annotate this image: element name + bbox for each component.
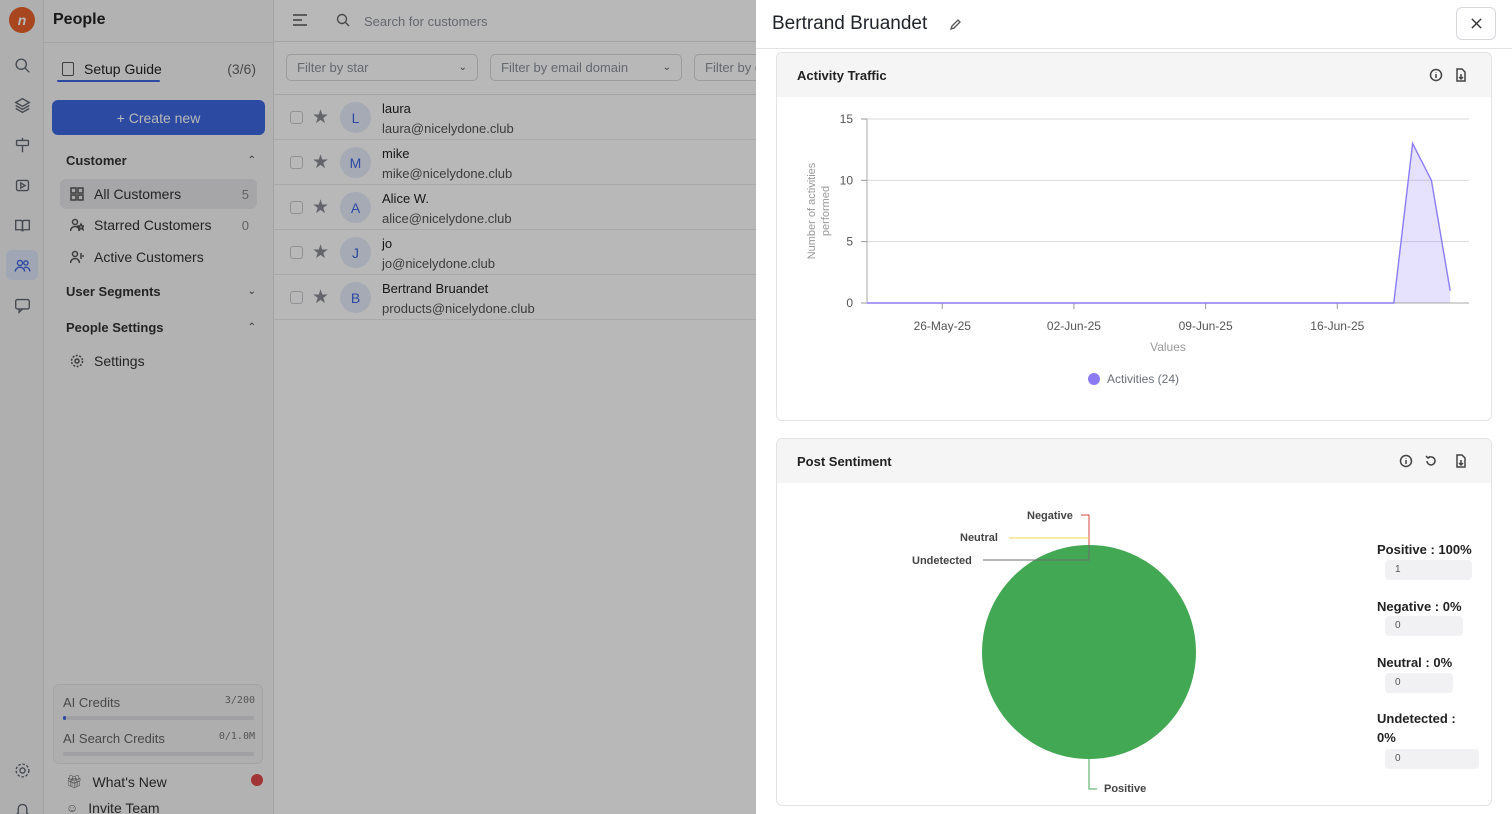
pie-label-neutral: Neutral	[960, 532, 998, 544]
leader-line-negative	[1081, 514, 1090, 545]
post-sentiment-card: Post Sentiment Negative Neutral Undetect…	[776, 438, 1492, 806]
series-line	[867, 141, 1451, 304]
y-tick-label: 0	[846, 296, 853, 310]
sentiment-negative-value: 0	[1385, 616, 1463, 636]
legend-label: Activities (24)	[1107, 372, 1179, 386]
card-title: Post Sentiment	[797, 454, 892, 469]
x-tick-label: 16-Jun-25	[1310, 319, 1364, 333]
series-area	[867, 143, 1451, 303]
modal-backdrop[interactable]	[0, 0, 756, 814]
x-tick-label: 26-May-25	[914, 319, 972, 333]
activity-traffic-card: Activity Traffic 0 5 10 15 26-May-25 02-Jun-2…	[776, 52, 1492, 421]
sentiment-positive-label: Positive : 100%	[1377, 542, 1472, 557]
divider	[756, 48, 1512, 49]
y-axis-label: Number of activities performed	[806, 162, 832, 259]
card-title: Activity Traffic	[797, 68, 887, 83]
activity-traffic-chart: 0 5 10 15 26-May-25 02-Jun-25 09-Jun-25 16-Jun-…	[806, 112, 1469, 386]
close-icon	[1470, 18, 1482, 29]
export-file-icon[interactable]	[1454, 68, 1468, 82]
panel-title: Bertrand Bruandet	[772, 13, 928, 34]
edit-pencil-icon[interactable]	[948, 16, 964, 32]
sentiment-undetected-label: Undetected :	[1377, 711, 1456, 726]
x-tick-label: 02-Jun-25	[1047, 319, 1101, 333]
pie-slice-positive	[982, 545, 1196, 759]
pie-label-undetected: Undetected	[912, 555, 972, 567]
sentiment-neutral-value: 0	[1385, 673, 1453, 693]
sentiment-positive-value: 1	[1385, 560, 1472, 580]
legend-swatch	[1088, 373, 1100, 385]
pie-label-negative: Negative	[1027, 510, 1073, 522]
y-tick-label: 15	[840, 112, 854, 126]
refresh-icon[interactable]	[1424, 454, 1438, 468]
y-tick-label: 10	[840, 173, 854, 187]
sentiment-undetected-value: 0	[1385, 749, 1479, 769]
leader-line-positive	[1088, 759, 1097, 790]
x-axis-label: Values	[1150, 340, 1186, 354]
info-icon[interactable]	[1429, 68, 1443, 82]
pie-label-positive: Positive	[1104, 783, 1147, 795]
info-icon[interactable]	[1399, 454, 1413, 468]
close-panel-button[interactable]	[1456, 7, 1496, 40]
customer-detail-panel: Bertrand Bruandet Activity Traffic 0 5 10 1…	[756, 0, 1512, 814]
y-tick-label: 5	[846, 235, 853, 249]
sentiment-undetected-label-percent: 0%	[1377, 730, 1396, 745]
sentiment-negative-label: Negative : 0%	[1377, 599, 1462, 614]
x-tick-label: 09-Jun-25	[1179, 319, 1233, 333]
export-file-icon[interactable]	[1454, 454, 1468, 468]
sentiment-neutral-label: Neutral : 0%	[1377, 655, 1453, 670]
